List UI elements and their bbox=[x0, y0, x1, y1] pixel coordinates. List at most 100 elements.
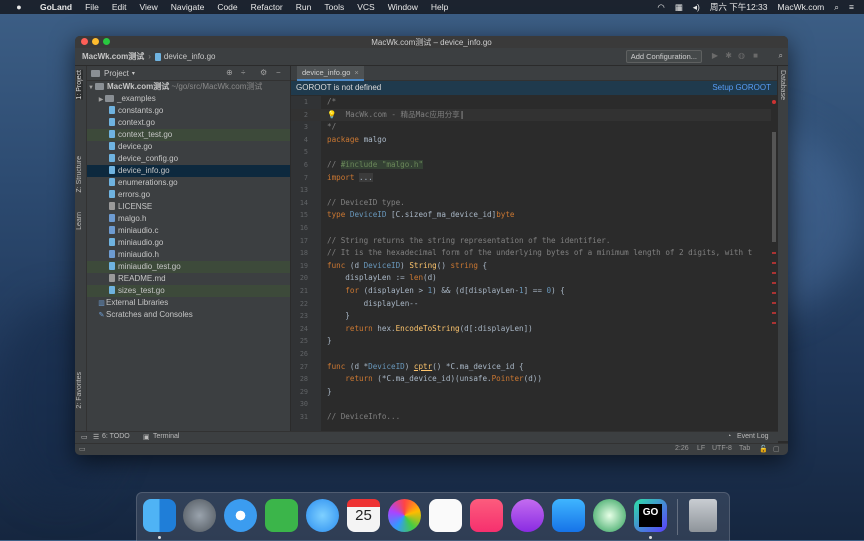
menu-code[interactable]: Code bbox=[217, 2, 237, 12]
messages-icon[interactable] bbox=[306, 499, 339, 532]
calendar-icon[interactable]: 25 bbox=[347, 499, 380, 532]
safari-icon[interactable] bbox=[224, 499, 257, 532]
debug-icon[interactable]: ✱ bbox=[725, 51, 732, 60]
menu-tools[interactable]: Tools bbox=[324, 2, 344, 12]
tree-file[interactable]: errors.go bbox=[87, 189, 290, 201]
code-line[interactable]: 13 bbox=[291, 184, 777, 197]
search-icon[interactable]: ⌕ bbox=[834, 2, 839, 13]
tree-file[interactable]: constants.go bbox=[87, 105, 290, 117]
code-line[interactable]: 25} bbox=[291, 335, 777, 348]
code-line[interactable]: 18// It is the hexadecimal form of the u… bbox=[291, 247, 777, 260]
tree-file[interactable]: README.md bbox=[87, 273, 290, 285]
tree-file[interactable]: miniaudio_test.go bbox=[87, 261, 290, 273]
menu-file[interactable]: File bbox=[85, 2, 99, 12]
add-configuration-button[interactable]: Add Configuration... bbox=[625, 50, 702, 63]
code-line[interactable]: 29} bbox=[291, 386, 777, 399]
code-line[interactable]: 23 } bbox=[291, 310, 777, 323]
tree-file[interactable]: miniaudio.c bbox=[87, 225, 290, 237]
menu-run[interactable]: Run bbox=[296, 2, 312, 12]
finder-icon[interactable] bbox=[143, 499, 176, 532]
tool-tab-learn[interactable]: Learn bbox=[76, 212, 83, 230]
collapse-all-icon[interactable]: ÷ bbox=[241, 68, 245, 77]
control-center-icon[interactable]: ≡ bbox=[849, 2, 854, 12]
code-line[interactable]: 20 displayLen := len(d) bbox=[291, 272, 777, 285]
project-view-selector[interactable]: Project bbox=[104, 69, 129, 78]
code-line[interactable]: 3 */ bbox=[291, 121, 777, 134]
tool-tab-terminal[interactable]: Terminal bbox=[153, 433, 179, 440]
error-indicator-icon[interactable] bbox=[772, 100, 776, 104]
tree-file[interactable]: LICENSE bbox=[87, 201, 290, 213]
tool-tab-structure[interactable]: Z: Structure bbox=[76, 156, 83, 193]
trash-icon[interactable] bbox=[689, 499, 717, 532]
code-line[interactable]: 15 type DeviceID [C.sizeof_ma_device_id]b… bbox=[291, 209, 777, 222]
hostname[interactable]: MacWk.com bbox=[778, 2, 825, 12]
volume-icon[interactable]: ◂) bbox=[693, 2, 700, 13]
scrollbar-thumb[interactable] bbox=[772, 132, 776, 242]
menu-edit[interactable]: Edit bbox=[112, 2, 127, 12]
caret-position[interactable]: 2:26 bbox=[675, 445, 689, 452]
code-line[interactable]: 26 bbox=[291, 348, 777, 361]
file-encoding[interactable]: UTF-8 bbox=[712, 445, 732, 452]
code-line[interactable]: 2 💡 MacWk.com - 精品Mac应用分享| bbox=[291, 108, 777, 122]
find-my-icon[interactable] bbox=[593, 499, 626, 532]
code-line[interactable]: 16 bbox=[291, 222, 777, 235]
tree-external-libraries[interactable]: ▥External Libraries bbox=[87, 297, 290, 309]
menu-help[interactable]: Help bbox=[431, 2, 448, 12]
menu-window[interactable]: Window bbox=[388, 2, 418, 12]
code-line[interactable]: 6// #include "malgo.h" bbox=[291, 159, 777, 172]
zoom-window-button[interactable] bbox=[103, 38, 110, 45]
panel-toggle-icon[interactable]: ▭ bbox=[81, 433, 88, 441]
menu-app-name[interactable]: GoLand bbox=[40, 2, 72, 12]
tool-tab-event-log[interactable]: Event Log bbox=[737, 433, 769, 440]
menu-refactor[interactable]: Refactor bbox=[251, 2, 283, 12]
tool-tab-favorites[interactable]: 2: Favorites bbox=[76, 372, 83, 409]
tree-file[interactable]: device_info.go bbox=[87, 165, 290, 177]
code-line[interactable]: 21 for (displayLen > 1) && (d[displayLen… bbox=[291, 285, 777, 298]
tree-file[interactable]: context_test.go bbox=[87, 129, 290, 141]
code-line[interactable]: 4 package malgo bbox=[291, 134, 777, 147]
tool-tab-database[interactable]: Database bbox=[779, 70, 786, 100]
close-tab-icon[interactable]: × bbox=[354, 68, 358, 77]
photos-icon[interactable] bbox=[388, 499, 421, 532]
tree-file[interactable]: device_config.go bbox=[87, 153, 290, 165]
keyboard-icon[interactable]: ▦ bbox=[675, 2, 683, 13]
run-icon[interactable]: ▶ bbox=[712, 51, 718, 60]
launchpad-icon[interactable] bbox=[183, 499, 216, 532]
tool-tab-project[interactable]: 1: Project bbox=[76, 70, 83, 100]
hide-panel-icon[interactable]: − bbox=[276, 68, 281, 77]
tree-file[interactable]: sizes_test.go bbox=[87, 285, 290, 297]
clock[interactable]: 周六 下午12:33 bbox=[710, 1, 768, 13]
facetime-icon[interactable] bbox=[265, 499, 298, 532]
tree-file[interactable]: malgo.h bbox=[87, 213, 290, 225]
menu-view[interactable]: View bbox=[139, 2, 157, 12]
code-line[interactable]: 31// DeviceInfo... bbox=[291, 411, 777, 424]
podcasts-icon[interactable] bbox=[511, 499, 544, 532]
code-line[interactable]: 19 func (d DeviceID) String() string { bbox=[291, 260, 777, 273]
app-store-icon[interactable] bbox=[552, 499, 585, 532]
reminders-icon[interactable] bbox=[429, 499, 462, 532]
status-panel-icon[interactable]: ▭ bbox=[79, 445, 86, 453]
code-line[interactable]: 22 displayLen-- bbox=[291, 298, 777, 311]
line-separator[interactable]: LF bbox=[697, 445, 705, 452]
setup-goroot-link[interactable]: Setup GOROOT bbox=[712, 81, 771, 95]
chevron-down-icon[interactable]: ▾ bbox=[132, 70, 135, 77]
coverage-icon[interactable]: ◍ bbox=[738, 51, 745, 60]
code-line[interactable]: 24 return hex.EncodeToString(d[:displayL… bbox=[291, 323, 777, 336]
code-line[interactable]: 30 bbox=[291, 398, 777, 411]
tree-file[interactable]: enumerations.go bbox=[87, 177, 290, 189]
search-everywhere-icon[interactable]: ⌕ bbox=[779, 51, 783, 61]
goland-icon[interactable]: GO bbox=[634, 499, 667, 532]
indent-setting[interactable]: Tab bbox=[739, 445, 750, 452]
code-line[interactable]: 1/* bbox=[291, 96, 777, 109]
tree-file[interactable]: context.go bbox=[87, 117, 290, 129]
code-line[interactable]: 28 return (*C.ma_device_id)(unsafe.Point… bbox=[291, 373, 777, 386]
menu-navigate[interactable]: Navigate bbox=[171, 2, 205, 12]
code-line[interactable]: 17// String returns the string represent… bbox=[291, 235, 777, 248]
breadcrumb-project[interactable]: MacWk.com测试 bbox=[82, 51, 144, 62]
breadcrumb-file[interactable]: device_info.go bbox=[164, 52, 216, 61]
error-stripe[interactable] bbox=[771, 96, 777, 431]
notifications-icon[interactable]: ▢ bbox=[773, 445, 780, 453]
close-window-button[interactable] bbox=[81, 38, 88, 45]
tree-scratches[interactable]: ✎ Scratches and Consoles bbox=[87, 309, 290, 321]
code-line[interactable]: 7 import ... bbox=[291, 172, 777, 185]
